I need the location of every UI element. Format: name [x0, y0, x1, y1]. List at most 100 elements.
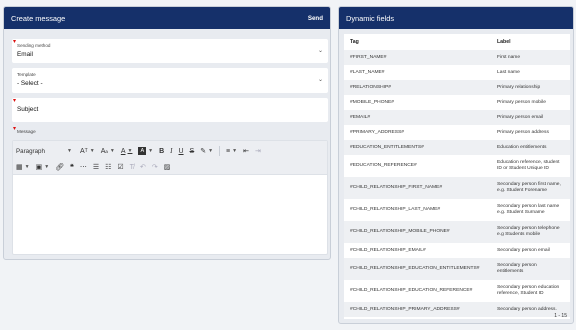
label-cell: Education entitlements: [497, 144, 547, 150]
dynamic-fields-table: Tag Label #FIRST_NAME# First name #LAST_NA…: [344, 34, 570, 317]
sending-method-select[interactable]: ▾ Sending method Email ⌄: [12, 39, 328, 63]
tag-cell[interactable]: #EDUCATION_REFERENCE#: [344, 155, 491, 177]
table-row[interactable]: #LAST_NAME# Last name: [344, 65, 570, 80]
dynamic-fields-header: Dynamic fields: [339, 7, 573, 29]
column-header-label: Label: [491, 34, 570, 50]
send-button[interactable]: Send: [308, 15, 323, 22]
table-row[interactable]: #EMAIL# Primary person email: [344, 110, 570, 125]
table-row[interactable]: #CHILD_RELATIONSHIP_MOBILE_PHONE# Seconda…: [344, 221, 570, 243]
required-marker: ▾: [13, 39, 17, 45]
label-cell: Primary person email: [497, 114, 544, 120]
label-cell: Secondary person education reference, St…: [497, 285, 560, 296]
table-row[interactable]: #CHILD_RELATIONSHIP_PRIMARY_ADDRESS# Seco…: [344, 302, 570, 317]
required-marker: ▾: [13, 98, 17, 104]
chevron-down-icon: ▼: [67, 148, 72, 154]
font-family-icon[interactable]: Aa ▼: [101, 148, 115, 155]
create-message-header: Create message Send: [4, 7, 330, 29]
tag-cell[interactable]: #LAST_NAME#: [344, 65, 491, 80]
table-row[interactable]: #RELATIONSHIP# Primary relationship: [344, 80, 570, 95]
redo-icon[interactable]: ↷: [152, 163, 158, 171]
required-marker: ▾: [13, 126, 17, 132]
table-row[interactable]: #CHILD_RELATIONSHIP_LAST_NAME# Secondary …: [344, 199, 570, 221]
dynamic-fields-panel: Dynamic fields Tag Label #FIRST_NAME# Fir…: [338, 6, 574, 324]
table-row[interactable]: #EDUCATION_ENTITLEMENTS# Education entitl…: [344, 140, 570, 155]
font-size-icon[interactable]: A T ▼: [80, 148, 95, 155]
outdent-icon[interactable]: ⇤: [243, 147, 249, 155]
editor-toolbar: Paragraph ▼ A T ▼ Aa ▼ A ▼ A ▼ B I U S ✎ ▼ ≡ ▼ ⇤…: [13, 141, 327, 175]
table-row[interactable]: #CHILD_RELATIONSHIP_EMAIL# Secondary pers…: [344, 243, 570, 258]
chevron-down-icon: ⌄: [317, 48, 323, 54]
template-select[interactable]: Template - Select - ⌄: [12, 68, 328, 93]
strikethrough-icon[interactable]: S: [190, 148, 195, 155]
tag-cell[interactable]: #CHILD_RELATIONSHIP_FIRST_NAME#: [344, 177, 491, 199]
table-header-row: Tag Label: [344, 34, 570, 50]
tag-cell[interactable]: #FIRST_NAME#: [344, 50, 491, 65]
label-cell: Secondary person telephone e.g Students …: [497, 226, 560, 237]
bulleted-list-icon[interactable]: ☰: [93, 163, 99, 171]
table-row[interactable]: #FIRST_NAME# First name: [344, 50, 570, 65]
tag-cell[interactable]: #CHILD_RELATIONSHIP_LAST_NAME#: [344, 199, 491, 221]
editor-content-area[interactable]: [13, 175, 327, 254]
media-icon[interactable]: ▣ ▼: [36, 163, 50, 171]
undo-icon[interactable]: ↶: [140, 163, 146, 171]
table-row[interactable]: #EDUCATION_REFERENCE# Education reference…: [344, 155, 570, 177]
label-cell: Secondary person entitlements: [497, 263, 537, 274]
column-header-tag: Tag: [344, 34, 491, 50]
subject-input[interactable]: ▾ Subject: [12, 98, 328, 122]
underline-icon[interactable]: U: [178, 148, 183, 155]
paragraph-format-label: Paragraph: [16, 147, 45, 155]
panel-title: Create message: [11, 13, 66, 23]
pagination-info: 1 - 15: [554, 313, 567, 319]
sending-method-label: Sending method: [17, 43, 51, 48]
tag-cell[interactable]: #CHILD_RELATIONSHIP_EDUCATION_REFERENCE#: [344, 280, 491, 302]
chevron-down-icon: ⌄: [317, 77, 323, 83]
table-row[interactable]: #CHILD_RELATIONSHIP_EDUCATION_REFERENCE#…: [344, 280, 570, 302]
italic-icon[interactable]: I: [170, 147, 172, 155]
page-break-icon[interactable]: ⋯: [80, 163, 87, 171]
remove-format-icon[interactable]: T̸: [130, 164, 134, 171]
todo-list-icon[interactable]: ☑: [117, 163, 123, 171]
label-cell: Primary relationship: [497, 84, 541, 90]
align-icon[interactable]: ≡ ▼: [226, 148, 237, 155]
subject-placeholder: Subject: [17, 106, 39, 113]
tag-cell[interactable]: #MOBILE_PHONE#: [344, 95, 491, 110]
table-row[interactable]: #CHILD_RELATIONSHIP_EDUCATION_ENTITLEMEN…: [344, 258, 570, 280]
rich-text-editor: Paragraph ▼ A T ▼ Aa ▼ A ▼ A ▼ B I U S ✎ ▼ ≡ ▼ ⇤…: [12, 140, 328, 255]
table-row[interactable]: #CHILD_RELATIONSHIP_FIRST_NAME# Secondary…: [344, 177, 570, 199]
table-row[interactable]: #PRIMARY_ADDRESS# Primary person address: [344, 125, 570, 140]
paragraph-format-dropdown[interactable]: Paragraph ▼: [16, 148, 72, 155]
indent-icon[interactable]: ⇥: [255, 147, 261, 155]
label-cell: Last name: [497, 69, 520, 75]
numbered-list-icon[interactable]: ☷: [105, 163, 111, 171]
tag-cell[interactable]: #EMAIL#: [344, 110, 491, 125]
label-cell: Primary person address: [497, 129, 549, 135]
image-icon[interactable]: ▨: [164, 163, 171, 171]
label-cell: Primary person mobile: [497, 99, 546, 105]
table-icon[interactable]: ▦ ▼: [16, 163, 30, 171]
template-value: - Select -: [17, 80, 43, 87]
tag-cell[interactable]: #EDUCATION_ENTITLEMENTS#: [344, 140, 491, 155]
tag-cell[interactable]: #CHILD_RELATIONSHIP_EDUCATION_ENTITLEMEN…: [344, 258, 491, 280]
sending-method-value: Email: [17, 51, 33, 58]
tag-cell[interactable]: #CHILD_RELATIONSHIP_EMAIL#: [344, 243, 491, 258]
bold-icon[interactable]: B: [159, 148, 164, 155]
label-cell: First name: [497, 54, 521, 60]
toolbar-divider: [219, 146, 221, 156]
table-row[interactable]: #MOBILE_PHONE# Primary person mobile: [344, 95, 570, 110]
message-field: ▾ Message Paragraph ▼ A T ▼ Aa ▼ A ▼ A ▼ B I U…: [12, 126, 328, 255]
tag-cell[interactable]: #RELATIONSHIP#: [344, 80, 491, 95]
label-cell: Education reference, student ID or Stude…: [497, 160, 560, 171]
template-label: Template: [17, 72, 36, 77]
message-label: Message: [17, 129, 36, 134]
dynamic-fields-table-container: Tag Label #FIRST_NAME# First name #LAST_NA…: [344, 34, 570, 319]
highlight-icon[interactable]: ✎ ▼: [200, 147, 213, 155]
label-cell: Secondary person first name, e.g. Studen…: [497, 182, 561, 193]
tag-cell[interactable]: #CHILD_RELATIONSHIP_PRIMARY_ADDRESS#: [344, 302, 491, 317]
link-icon[interactable]: 🔗︎: [55, 163, 64, 171]
background-color-icon[interactable]: A ▼: [138, 147, 153, 155]
label-cell: Secondary person last name e.g. Student …: [497, 204, 560, 215]
quote-icon[interactable]: ❝: [70, 163, 74, 171]
font-color-icon[interactable]: A ▼: [121, 148, 133, 155]
tag-cell[interactable]: #PRIMARY_ADDRESS#: [344, 125, 491, 140]
tag-cell[interactable]: #CHILD_RELATIONSHIP_MOBILE_PHONE#: [344, 221, 491, 243]
